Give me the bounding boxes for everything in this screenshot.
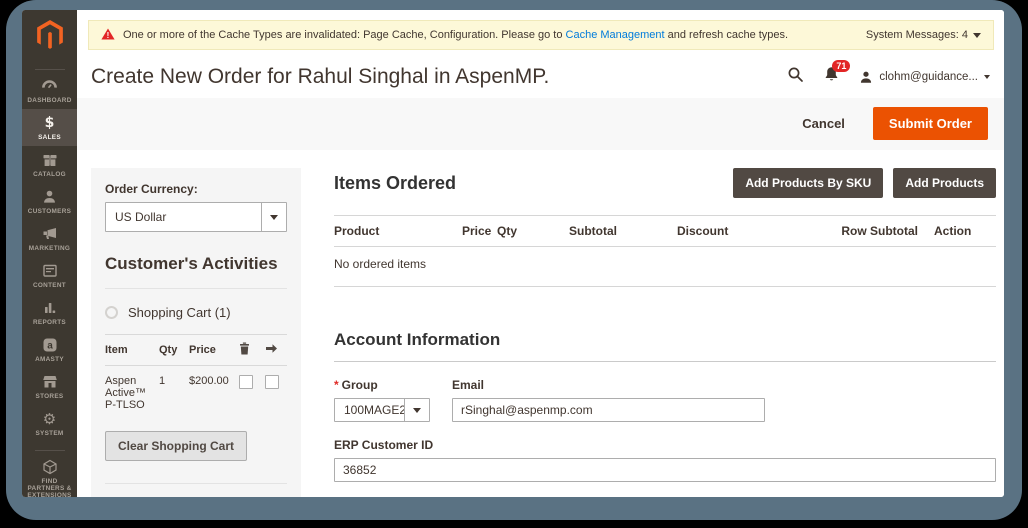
stores-storefront-icon (23, 374, 76, 391)
user-account-menu[interactable]: clohm@guidance... (859, 70, 990, 84)
desktop-background: DASHBOARD $ SALES CATALOG CUSTOMERS MARK… (6, 0, 1022, 520)
move-item-checkbox[interactable] (265, 375, 279, 389)
sidebar-item-sales[interactable]: $ SALES (22, 109, 77, 146)
add-products-by-sku-button[interactable]: Add Products By SKU (733, 168, 883, 198)
catalog-box-icon (23, 152, 76, 169)
shopping-cart-section-toggle[interactable]: Shopping Cart (1) (105, 305, 287, 320)
order-currency-label: Order Currency: (105, 182, 287, 196)
submit-order-button[interactable]: Submit Order (873, 107, 988, 140)
search-icon[interactable] (787, 66, 804, 88)
group-select[interactable]: 100MAGE2 (334, 398, 430, 422)
chevron-down-icon (973, 33, 981, 38)
user-email: clohm@guidance... (879, 71, 978, 83)
sidebar-item-stores[interactable]: STORES (22, 368, 77, 405)
magento-logo-icon (36, 20, 64, 50)
notification-count-badge: 71 (832, 60, 850, 72)
warning-icon: ! (101, 28, 115, 43)
cart-item-name: Aspen Active™ P-TLSO (105, 375, 159, 411)
email-label: Email (452, 378, 765, 392)
items-ordered-heading: Items Ordered (334, 173, 733, 194)
sidebar-item-amasty[interactable]: a AMASTY (22, 331, 77, 368)
cart-table-header: Item Qty Price (105, 334, 287, 366)
app-window: DASHBOARD $ SALES CATALOG CUSTOMERS MARK… (22, 10, 1004, 497)
section-ring-icon (105, 306, 118, 319)
svg-text:!: ! (107, 31, 110, 40)
cache-warning-bar: ! One or more of the Cache Types are inv… (88, 20, 994, 50)
chevron-down-icon (984, 75, 990, 79)
amasty-logo-icon: a (23, 337, 76, 354)
page-header: Create New Order for Rahul Singhal in As… (77, 50, 1004, 98)
items-empty-text: No ordered items (334, 247, 996, 287)
cart-item-qty: 1 (159, 375, 189, 387)
move-arrow-icon (265, 343, 287, 357)
remove-trash-icon (239, 342, 265, 358)
page-title: Create New Order for Rahul Singhal in As… (91, 65, 787, 89)
cache-management-link[interactable]: Cache Management (566, 29, 665, 41)
sidebar-item-content[interactable]: CONTENT (22, 257, 77, 294)
magento-logo[interactable] (36, 10, 64, 61)
content-area: Order Currency: US Dollar Customer's Act… (77, 150, 1004, 497)
customer-activities-panel: Order Currency: US Dollar Customer's Act… (91, 168, 301, 497)
page-actions-bar: Cancel Submit Order (77, 98, 1004, 150)
items-table-header: Product Price Qty Subtotal Discount Row … (334, 215, 996, 247)
main-column: ! One or more of the Cache Types are inv… (77, 10, 1004, 497)
sidebar-item-reports[interactable]: REPORTS (22, 294, 77, 331)
sales-dollar-icon: $ (23, 115, 76, 132)
cache-warning-text: One or more of the Cache Types are inval… (123, 29, 866, 41)
user-avatar-icon (859, 70, 873, 84)
sidebar-item-catalog[interactable]: CATALOG (22, 146, 77, 183)
sidebar-divider (35, 69, 65, 70)
notifications-bell[interactable]: 71 (824, 66, 839, 88)
order-currency-select[interactable]: US Dollar (105, 202, 287, 232)
cart-item-price: $200.00 (189, 375, 239, 387)
content-layout-icon (23, 263, 76, 280)
partners-cube-icon (23, 459, 76, 476)
sidebar-item-customers[interactable]: CUSTOMERS (22, 183, 77, 220)
divider (105, 288, 287, 289)
system-messages-dropdown[interactable]: System Messages: 4 (866, 29, 981, 41)
cart-item-row: Aspen Active™ P-TLSO 1 $200.00 (105, 366, 287, 417)
email-field[interactable] (452, 398, 765, 422)
group-label: *Group (334, 378, 430, 392)
chevron-down-icon (404, 399, 429, 421)
add-products-button[interactable]: Add Products (893, 168, 996, 198)
dashboard-gauge-icon (23, 78, 76, 95)
divider (105, 483, 287, 484)
chevron-down-icon (261, 203, 286, 231)
account-information-heading: Account Information (334, 330, 996, 362)
cancel-button[interactable]: Cancel (802, 116, 845, 131)
clear-shopping-cart-button[interactable]: Clear Shopping Cart (105, 431, 247, 461)
system-gear-icon: ⚙ (23, 411, 76, 428)
sidebar-item-system[interactable]: ⚙ SYSTEM (22, 405, 77, 442)
sidebar-item-marketing[interactable]: MARKETING (22, 220, 77, 257)
remove-item-checkbox[interactable] (239, 375, 253, 389)
activities-heading: Customer's Activities (105, 254, 287, 274)
items-ordered-table: Product Price Qty Subtotal Discount Row … (334, 215, 996, 287)
sidebar-item-dashboard[interactable]: DASHBOARD (22, 72, 77, 109)
marketing-megaphone-icon (23, 226, 76, 243)
erp-customer-id-field[interactable] (334, 458, 996, 482)
admin-sidebar: DASHBOARD $ SALES CATALOG CUSTOMERS MARK… (22, 10, 77, 497)
order-form-panel: Items Ordered Add Products By SKU Add Pr… (334, 168, 996, 497)
sidebar-divider-2 (35, 450, 65, 451)
reports-chart-icon (23, 300, 76, 317)
erp-customer-id-label: ERP Customer ID (334, 438, 996, 452)
sidebar-item-find-partners[interactable]: FIND PARTNERS & EXTENSIONS (22, 453, 77, 497)
customers-person-icon (23, 189, 76, 206)
shopping-cart-table: Item Qty Price Aspen Active™ P-TLSO 1 (105, 334, 287, 417)
svg-text:a: a (47, 341, 53, 352)
